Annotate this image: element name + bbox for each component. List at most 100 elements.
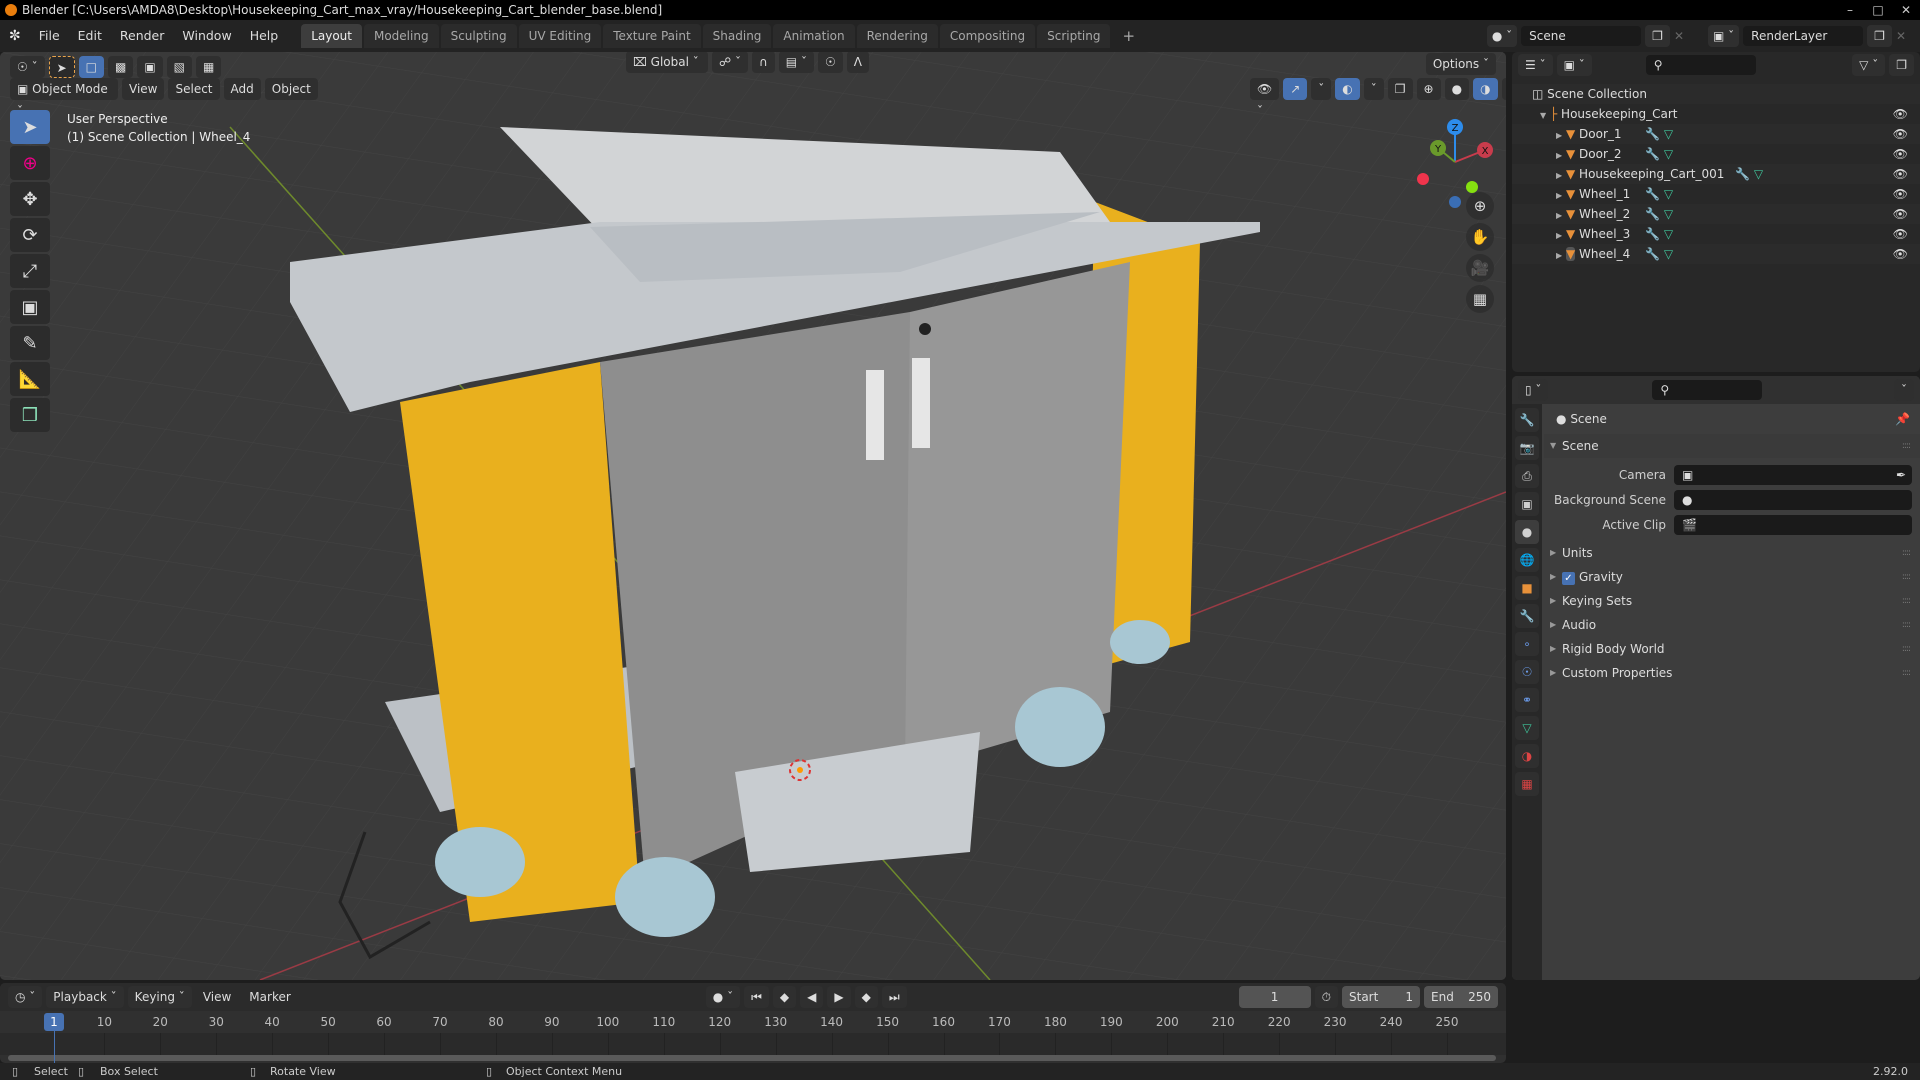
outliner-object-row[interactable]: ▶ ▼ Door_1 🔧 ▽ 👁 bbox=[1512, 124, 1920, 144]
panel-gravity[interactable]: ▶ ✓ Gravity:::: bbox=[1544, 565, 1920, 589]
overlays-toggle[interactable]: ◐ bbox=[1335, 78, 1360, 100]
view-layer-name-field[interactable]: RenderLayer bbox=[1743, 26, 1864, 46]
modifier-wrench-icon[interactable]: 🔧 bbox=[1645, 147, 1660, 161]
scene-name-field[interactable]: Scene bbox=[1521, 26, 1642, 46]
collection-row[interactable]: ▼ ├ Housekeeping_Cart 👁 bbox=[1512, 104, 1920, 124]
current-frame-field[interactable]: 1 bbox=[1238, 986, 1311, 1008]
tab-scene[interactable]: ● bbox=[1515, 520, 1539, 544]
expand-arrow-icon[interactable]: ▶ bbox=[1556, 151, 1562, 160]
visibility-eye-icon[interactable]: 👁 bbox=[1893, 244, 1908, 264]
properties-editor-type-button[interactable]: ▯ ˇ bbox=[1518, 379, 1549, 401]
outliner-object-row[interactable]: ▶ ▼ Wheel_3 🔧 ▽ 👁 bbox=[1512, 224, 1920, 244]
tab-constraints[interactable]: ⚭ bbox=[1515, 688, 1539, 712]
tab-layout[interactable]: Layout bbox=[301, 24, 362, 48]
outliner-object-row[interactable]: ▶ ▼ Door_2 🔧 ▽ 👁 bbox=[1512, 144, 1920, 164]
mesh-data-icon[interactable]: ▽ bbox=[1664, 207, 1673, 221]
pivot-point-dropdown[interactable]: ☍ ˇ bbox=[712, 52, 748, 73]
drag-handle-icon[interactable]: :::: bbox=[1902, 541, 1911, 565]
select-mode-subtract-button[interactable]: ▣ bbox=[137, 56, 163, 78]
properties-search-input[interactable]: ⚲ bbox=[1652, 380, 1763, 400]
visibility-eye-icon[interactable]: 👁 bbox=[1893, 124, 1908, 144]
menu-edit[interactable]: Edit bbox=[69, 20, 111, 52]
new-scene-button[interactable]: ❐ bbox=[1645, 25, 1670, 47]
menu-view[interactable]: View bbox=[122, 78, 165, 100]
overlays-dropdown[interactable]: ˇ bbox=[1363, 78, 1384, 100]
outliner-object-row[interactable]: ▶ ▼ Wheel_1 🔧 ▽ 👁 bbox=[1512, 184, 1920, 204]
maximize-button[interactable]: □ bbox=[1864, 0, 1892, 20]
tab-data[interactable]: ▽ bbox=[1515, 716, 1539, 740]
mesh-data-icon[interactable]: ▽ bbox=[1664, 227, 1673, 241]
menu-playback[interactable]: Playback ˇ bbox=[46, 986, 124, 1008]
mode-dropdown[interactable]: ▣ Object Mode ˇ bbox=[10, 78, 118, 118]
panel-keying-sets[interactable]: ▶ Keying Sets:::: bbox=[1544, 589, 1920, 613]
tab-texture[interactable]: ▦ bbox=[1515, 772, 1539, 796]
expand-arrow-icon[interactable]: ▶ bbox=[1556, 191, 1562, 200]
blender-menu-icon[interactable]: ✼ bbox=[0, 20, 30, 52]
tab-physics[interactable]: ☉ bbox=[1515, 660, 1539, 684]
select-mode-set-button[interactable]: □ bbox=[78, 56, 104, 78]
panel-custom-properties[interactable]: ▶ Custom Properties:::: bbox=[1544, 661, 1920, 685]
new-collection-button[interactable]: ❐ bbox=[1889, 54, 1914, 76]
panel-audio[interactable]: ▶ Audio:::: bbox=[1544, 613, 1920, 637]
viewport-canvas[interactable] bbox=[0, 52, 1506, 980]
drag-handle-icon[interactable]: :::: bbox=[1902, 434, 1911, 458]
start-frame-field[interactable]: Start 1 bbox=[1342, 986, 1420, 1008]
mesh-data-icon[interactable]: ▽ bbox=[1664, 187, 1673, 201]
outliner-object-row[interactable]: ▶ ▼ Wheel_2 🔧 ▽ 👁 bbox=[1512, 204, 1920, 224]
modifier-wrench-icon[interactable]: 🔧 bbox=[1645, 127, 1660, 141]
timeline-editor-type-button[interactable]: ◷ ˇ bbox=[8, 986, 43, 1008]
timeline-scrollbar[interactable] bbox=[8, 1055, 1496, 1061]
tab-animation[interactable]: Animation bbox=[773, 24, 855, 48]
editor-type-button[interactable]: ☉ ˇ bbox=[10, 56, 45, 78]
tab-material[interactable]: ◑ bbox=[1515, 744, 1539, 768]
mesh-data-icon[interactable]: ▽ bbox=[1754, 167, 1763, 181]
drag-handle-icon[interactable]: :::: bbox=[1902, 589, 1911, 613]
menu-select[interactable]: Select bbox=[168, 78, 220, 100]
menu-timeline-view[interactable]: View bbox=[196, 986, 238, 1008]
scene-panel-header[interactable]: ▼ Scene :::: bbox=[1544, 434, 1920, 458]
tool-scale[interactable]: ⤢ bbox=[10, 254, 50, 288]
jump-next-keyframe-button[interactable]: ◆ bbox=[854, 986, 878, 1008]
delete-scene-icon[interactable]: ✕ bbox=[1674, 29, 1684, 43]
expand-arrow-icon[interactable]: ▶ bbox=[1556, 211, 1562, 220]
drag-handle-icon[interactable]: :::: bbox=[1902, 637, 1911, 661]
expand-arrow-icon[interactable]: ▶ bbox=[1556, 131, 1562, 140]
menu-window[interactable]: Window bbox=[173, 20, 240, 52]
expand-arrow-icon[interactable]: ▶ bbox=[1556, 231, 1562, 240]
tool-measure[interactable]: 📐 bbox=[10, 362, 50, 396]
menu-keying[interactable]: Keying ˇ bbox=[127, 986, 192, 1008]
drag-handle-icon[interactable]: :::: bbox=[1902, 661, 1911, 685]
modifier-wrench-icon[interactable]: 🔧 bbox=[1645, 247, 1660, 261]
expand-arrow-icon[interactable]: ▼ bbox=[1540, 111, 1546, 120]
mesh-data-icon[interactable]: ▽ bbox=[1664, 127, 1673, 141]
panel-units[interactable]: ▶ Units:::: bbox=[1544, 541, 1920, 565]
minimize-button[interactable]: – bbox=[1836, 0, 1864, 20]
play-button[interactable]: ▶ bbox=[827, 986, 851, 1008]
tab-scripting[interactable]: Scripting bbox=[1037, 24, 1111, 48]
preview-range-toggle[interactable]: ⏱ bbox=[1314, 986, 1338, 1008]
outliner-object-row[interactable]: ▶ ▼ Wheel_4 🔧 ▽ 👁 bbox=[1512, 244, 1920, 264]
tab-tool[interactable]: 🔧 bbox=[1515, 408, 1539, 432]
display-mode-dropdown[interactable]: ▣ ˇ bbox=[1556, 54, 1592, 76]
tab-texture-paint[interactable]: Texture Paint bbox=[603, 24, 701, 48]
drag-handle-icon[interactable]: :::: bbox=[1902, 613, 1911, 637]
shading-wireframe-button[interactable]: ⊕ bbox=[1416, 78, 1441, 100]
tool-move[interactable]: ✥ bbox=[10, 182, 50, 216]
visibility-eye-icon[interactable]: 👁 bbox=[1893, 204, 1908, 224]
proportional-editing-toggle[interactable]: ☉ bbox=[817, 52, 843, 73]
mesh-data-icon[interactable]: ▽ bbox=[1664, 147, 1673, 161]
modifier-wrench-icon[interactable]: 🔧 bbox=[1645, 227, 1660, 241]
tab-world[interactable]: 🌐 bbox=[1515, 548, 1539, 572]
gravity-checkbox[interactable]: ✓ bbox=[1562, 572, 1575, 585]
select-mode-extend-button[interactable]: ▩ bbox=[107, 56, 134, 78]
transform-orientation-dropdown[interactable]: ⌧ Global ˇ bbox=[626, 52, 708, 73]
zoom-button[interactable]: ⊕ bbox=[1466, 192, 1494, 220]
filter-dropdown[interactable]: ▽ ˇ bbox=[1852, 54, 1886, 76]
menu-file[interactable]: File bbox=[30, 20, 69, 52]
background-scene-field[interactable]: ● bbox=[1674, 489, 1912, 510]
tool-rotate[interactable]: ⟳ bbox=[10, 218, 50, 252]
play-reverse-button[interactable]: ◀ bbox=[800, 986, 824, 1008]
tab-particles[interactable]: ∘ bbox=[1515, 632, 1539, 656]
tool-annotate[interactable]: ✎ bbox=[10, 326, 50, 360]
pan-button[interactable]: ✋ bbox=[1466, 223, 1494, 251]
